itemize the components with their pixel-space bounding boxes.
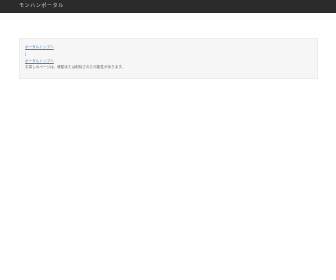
top-bar: モンハンポータル <box>0 0 336 13</box>
not-found-message: お探しのページは、移動または削除された可能性があります。 <box>25 65 126 69</box>
portal-top-link[interactable]: ポータルトップへ <box>25 45 54 50</box>
portal-top-link-secondary[interactable]: ポータルトップへ <box>25 59 54 64</box>
site-title[interactable]: モンハンポータル <box>19 2 64 10</box>
message-panel: ポータルトップへ | ポータルトップへ お探しのページは、移動または削除された可… <box>19 38 318 79</box>
separator: | <box>25 52 27 56</box>
